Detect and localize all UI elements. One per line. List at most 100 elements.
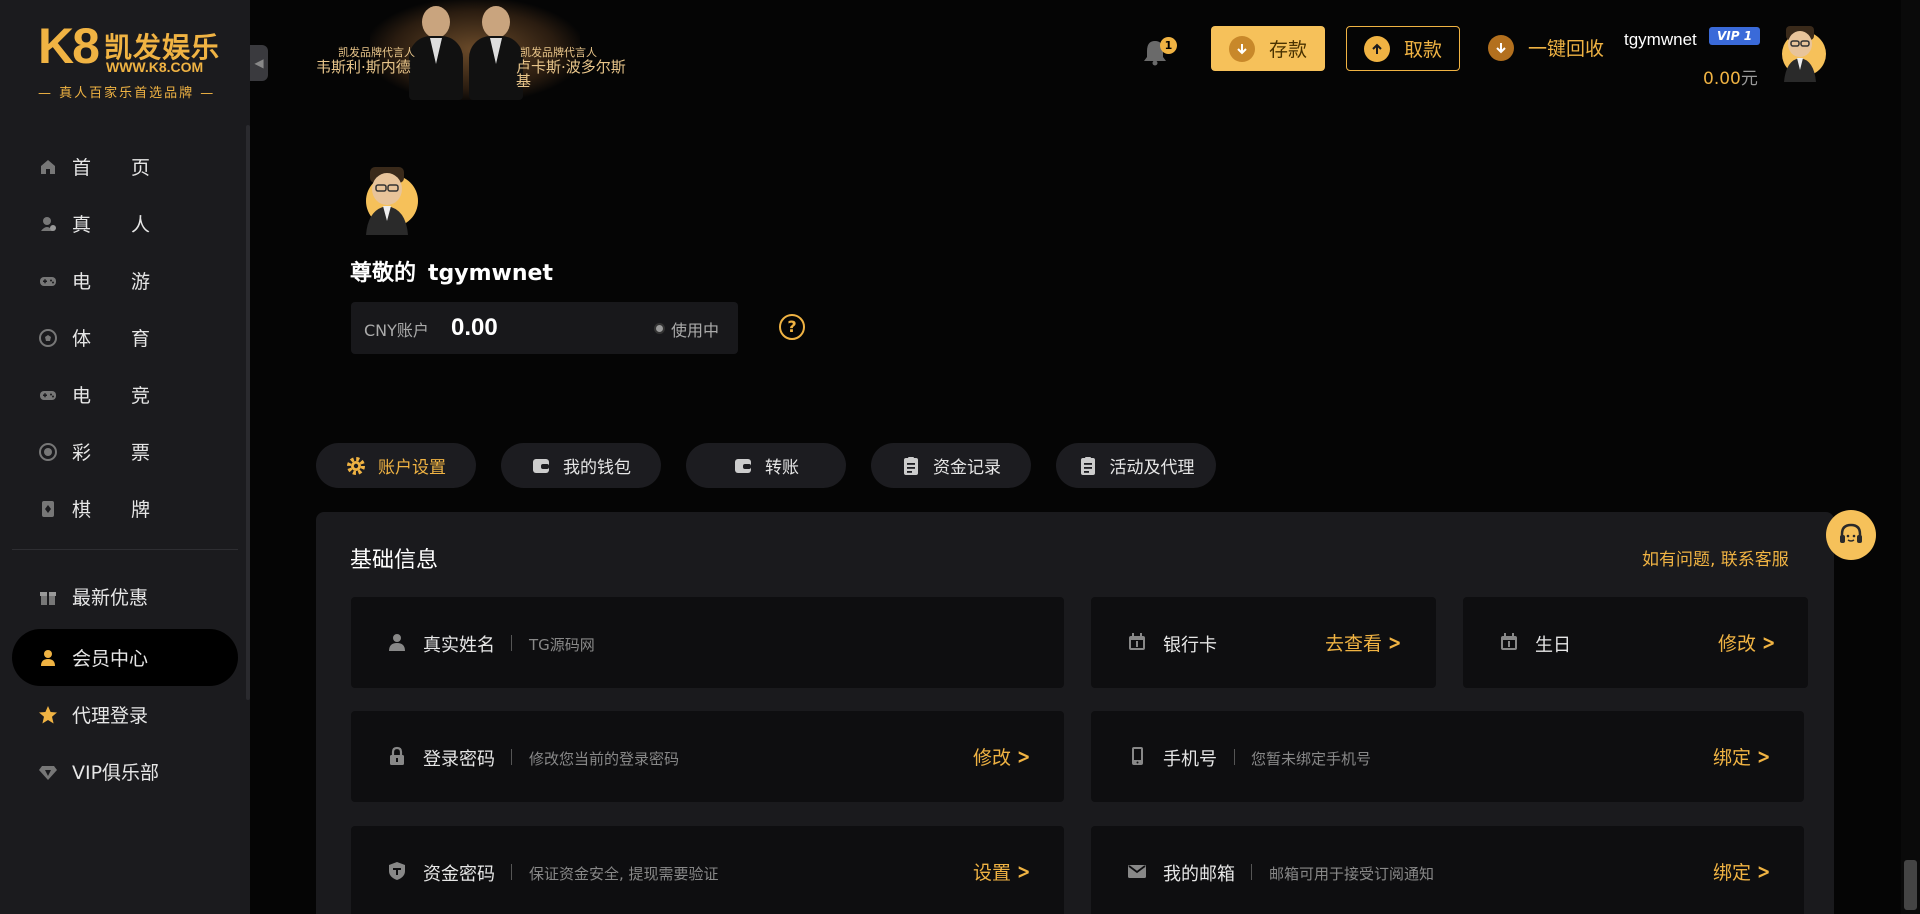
tab-activity-agent[interactable]: 活动及代理 (1056, 443, 1216, 488)
gear-icon (346, 456, 366, 476)
tab-account-settings[interactable]: 账户设置 (316, 443, 476, 488)
help-icon[interactable]: ? (779, 314, 805, 340)
deposit-button[interactable]: 存款 (1211, 26, 1325, 71)
chevron-right-icon: > (1017, 859, 1031, 884)
chevron-left-icon: ◀ (254, 56, 264, 70)
sidebar-item-label: 代理登录 (72, 705, 149, 727)
sidebar-item-label: 最新优惠 (72, 587, 149, 609)
balance-value: 0.00 (1703, 69, 1741, 89)
brand-logo[interactable]: K8 凯发娱乐 WWW.K8.COM — 真人百家乐首选品牌 — (0, 0, 250, 118)
notification-badge: 1 (1160, 37, 1177, 54)
member-icon (38, 648, 58, 668)
sidebar-item-home[interactable]: 首页 (0, 138, 250, 195)
sidebar-item-member-center[interactable]: 会员中心 (12, 629, 238, 686)
withdraw-button[interactable]: 取款 (1346, 26, 1460, 71)
sidebar-item-label: 棋牌 (72, 499, 191, 521)
sidebar-item-label: 体育 (72, 328, 191, 350)
card-phone[interactable]: 手机号 您暂未绑定手机号 绑定 > (1091, 711, 1804, 802)
card-desc: 邮箱可用于接受订阅通知 (1269, 865, 1435, 883)
card-email[interactable]: 我的邮箱 邮箱可用于接受订阅通知 绑定 > (1091, 826, 1804, 914)
ambassador-banner[interactable]: 凯发品牌代言人 韦斯利·斯内德 凯发品牌代言人 卢卡斯·波多尔斯基 (310, 0, 640, 100)
card-desc: 保证资金安全, 提现需要验证 (529, 865, 719, 883)
record-icon (901, 456, 921, 476)
tab-label: 资金记录 (933, 458, 1001, 478)
shield-icon (386, 860, 408, 882)
sidebar-item-lottery[interactable]: 彩票 (0, 423, 250, 480)
account-label: CNY账户 (364, 321, 429, 340)
chevron-right-icon: > (1017, 744, 1031, 769)
sidebar-item-label: 电竞 (72, 385, 191, 407)
set-fund-password-button[interactable]: 设置 > (973, 858, 1030, 885)
sidebar-item-vip-club[interactable]: VIP俱乐部 (0, 743, 250, 800)
mail-icon (1126, 860, 1148, 882)
card-title: 手机号 (1163, 749, 1217, 770)
page-scrollbar-thumb[interactable] (1904, 860, 1917, 910)
card-fund-password[interactable]: 资金密码 保证资金安全, 提现需要验证 设置 > (351, 826, 1064, 914)
deposit-label: 存款 (1268, 39, 1307, 61)
sidebar-item-sports[interactable]: 体育 (0, 309, 250, 366)
chevron-right-icon: > (1757, 744, 1771, 769)
cards-icon (38, 499, 58, 519)
sidebar-item-esports[interactable]: 电竞 (0, 366, 250, 423)
activity-icon (1078, 456, 1098, 476)
withdraw-label: 取款 (1403, 39, 1442, 61)
separator (511, 864, 512, 880)
sidebar-item-promotions[interactable]: 最新优惠 (0, 568, 250, 625)
edit-birthday-button[interactable]: 修改 > (1718, 629, 1775, 656)
customer-service-button[interactable] (1826, 510, 1876, 560)
action-label: 修改 (1718, 633, 1757, 655)
deposit-icon (1228, 35, 1255, 62)
tab-label: 我的钱包 (563, 458, 631, 478)
card-title: 我的邮箱 (1163, 864, 1235, 885)
app-root: { "brand": { "logo_mark": "K8", "name": … (0, 0, 1920, 914)
cny-account-box[interactable]: CNY账户 0.00 使用中 (351, 302, 738, 354)
edit-login-password-button[interactable]: 修改 > (973, 743, 1030, 770)
sidebar-item-label: 真人 (72, 214, 191, 236)
header-username[interactable]: tgymwnet (1624, 30, 1697, 50)
view-bank-card-button[interactable]: 去查看 > (1325, 629, 1401, 656)
live-casino-icon (38, 214, 58, 234)
tab-label: 账户设置 (378, 458, 446, 478)
card-title: 资金密码 (423, 864, 495, 885)
sidebar-item-label: 首页 (72, 157, 191, 179)
profile-username: tgymwnet (428, 261, 553, 286)
diamond-icon (38, 762, 58, 782)
tab-transfer[interactable]: 转账 (686, 443, 846, 488)
sidebar-item-cards[interactable]: 棋牌 (0, 480, 250, 537)
card-desc: TG源码网 (529, 636, 595, 654)
contact-support-link[interactable]: 如有问题, 联系客服 (1642, 545, 1789, 570)
page-scrollbar[interactable] (1901, 0, 1920, 914)
separator (1234, 749, 1235, 765)
action-label: 绑定 (1713, 862, 1752, 884)
sidebar-item-slots[interactable]: 电游 (0, 252, 250, 309)
vip-badge: VIP 1 (1709, 27, 1761, 45)
user-avatar[interactable] (1772, 16, 1828, 82)
chevron-right-icon: > (1388, 630, 1402, 655)
sidebar-item-agent-login[interactable]: 代理登录 (0, 686, 250, 743)
separator (1251, 864, 1252, 880)
greeting-prefix: 尊敬的 (350, 261, 417, 286)
bind-email-button[interactable]: 绑定 > (1713, 858, 1770, 885)
star-icon (38, 705, 58, 725)
tab-my-wallet[interactable]: 我的钱包 (501, 443, 661, 488)
sidebar-item-label: 会员中心 (72, 648, 149, 670)
header-balance: 0.00元 (1703, 64, 1758, 89)
sidebar-item-label: 电游 (72, 271, 191, 293)
logo-site: WWW.K8.COM (106, 59, 204, 75)
card-real-name: 真实姓名 TG源码网 (351, 597, 1064, 688)
lock-icon (386, 745, 408, 767)
card-title: 登录密码 (423, 749, 495, 770)
sidebar-item-label: 彩票 (72, 442, 191, 464)
sidebar-item-live[interactable]: 真人 (0, 195, 250, 252)
calendar-icon (1126, 631, 1148, 653)
one-click-recycle-button[interactable]: 一键回收 (1488, 34, 1604, 61)
card-bank-card[interactable]: 银行卡 去查看 > (1091, 597, 1436, 688)
sidebar-divider (12, 549, 238, 550)
bind-phone-button[interactable]: 绑定 > (1713, 743, 1770, 770)
card-login-password[interactable]: 登录密码 修改您当前的登录密码 修改 > (351, 711, 1064, 802)
tab-fund-records[interactable]: 资金记录 (871, 443, 1031, 488)
sidebar-collapse-button[interactable]: ◀ (250, 45, 268, 81)
logo-mark: K8 (38, 18, 100, 74)
card-birthday[interactable]: 生日 修改 > (1463, 597, 1808, 688)
home-icon (38, 157, 58, 177)
